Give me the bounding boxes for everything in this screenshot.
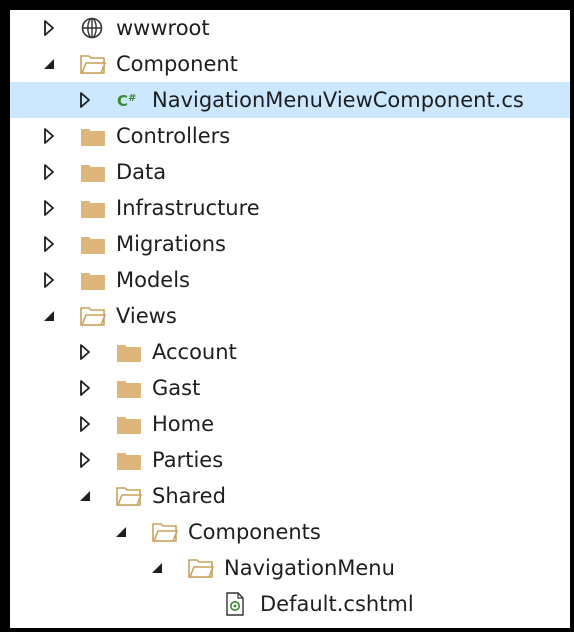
tree-item-label: Gast [152,376,201,400]
collapse-arrow-icon[interactable] [40,190,58,226]
tree-item-data[interactable]: Data [10,154,570,190]
tree-item-parties[interactable]: Parties [10,442,570,478]
tree-item-label: Migrations [116,232,226,256]
tree-item-shared[interactable]: Shared [10,478,570,514]
tree-item-wwwroot[interactable]: wwwroot [10,10,570,46]
folder-open-icon [188,550,216,586]
collapse-arrow-icon[interactable] [76,406,94,442]
tree-item-label: NavigationMenuViewComponent.cs [152,88,524,112]
tree-item-components[interactable]: Components [10,514,570,550]
tree-item-label: wwwroot [116,16,210,40]
tree-item-label: Views [116,304,177,328]
expand-arrow-icon[interactable] [40,298,58,334]
collapse-arrow-icon[interactable] [40,154,58,190]
folder-icon [80,154,108,190]
folder-icon [80,118,108,154]
tree-item-home[interactable]: Home [10,406,570,442]
expand-arrow-icon[interactable] [148,550,166,586]
solution-explorer-tree: wwwroot Component C # NavigationMenuViewCo… [10,10,570,628]
tree-item-label: NavigationMenu [224,556,395,580]
folder-open-icon [80,298,108,334]
collapse-arrow-icon[interactable] [40,118,58,154]
tree-item-label: Infrastructure [116,196,260,220]
tree-item-migrations[interactable]: Migrations [10,226,570,262]
razor-file-icon [224,586,252,622]
tree-item-label: Component [116,52,238,76]
no-arrow-spacer [184,586,202,622]
collapse-arrow-icon[interactable] [40,262,58,298]
tree-item-component[interactable]: Component [10,46,570,82]
folder-icon [116,370,144,406]
tree-item-models[interactable]: Models [10,262,570,298]
tree-item-controllers[interactable]: Controllers [10,118,570,154]
tree-item-navigationmenu[interactable]: NavigationMenu [10,550,570,586]
tree-item-label: Shared [152,484,226,508]
tree-item-gast[interactable]: Gast [10,370,570,406]
folder-icon [116,442,144,478]
globe-icon [80,10,108,46]
tree-item-label: Models [116,268,190,292]
tree-item-default-cshtml[interactable]: Default.cshtml [10,586,570,622]
tree-item-label: Account [152,340,237,364]
tree-item-label: Controllers [116,124,231,148]
collapse-arrow-icon[interactable] [40,226,58,262]
collapse-arrow-icon[interactable] [76,370,94,406]
expand-arrow-icon[interactable] [112,514,130,550]
svg-text:C: C [117,92,128,110]
folder-open-icon [152,514,180,550]
tree-item-label: Default.cshtml [260,592,414,616]
tree-item-label: Parties [152,448,224,472]
folder-icon [80,190,108,226]
tree-item-label: Components [188,520,321,544]
folder-icon [80,226,108,262]
folder-icon [116,334,144,370]
folder-icon [80,262,108,298]
svg-text:#: # [128,93,136,104]
tree-item-infrastructure[interactable]: Infrastructure [10,190,570,226]
collapse-arrow-icon[interactable] [76,442,94,478]
folder-open-icon [80,46,108,82]
folder-icon [116,406,144,442]
tree-item-account[interactable]: Account [10,334,570,370]
collapse-arrow-icon[interactable] [76,82,94,118]
csharp-file-icon: C # [116,82,144,118]
tree-item-views[interactable]: Views [10,298,570,334]
collapse-arrow-icon[interactable] [76,334,94,370]
expand-arrow-icon[interactable] [76,478,94,514]
tree-item-navigation-menu-view-component-cs[interactable]: C # NavigationMenuViewComponent.cs [10,82,570,118]
tree-item-label: Data [116,160,167,184]
folder-open-icon [116,478,144,514]
tree-item-label: Home [152,412,215,436]
expand-arrow-icon[interactable] [40,46,58,82]
collapse-arrow-icon[interactable] [40,10,58,46]
